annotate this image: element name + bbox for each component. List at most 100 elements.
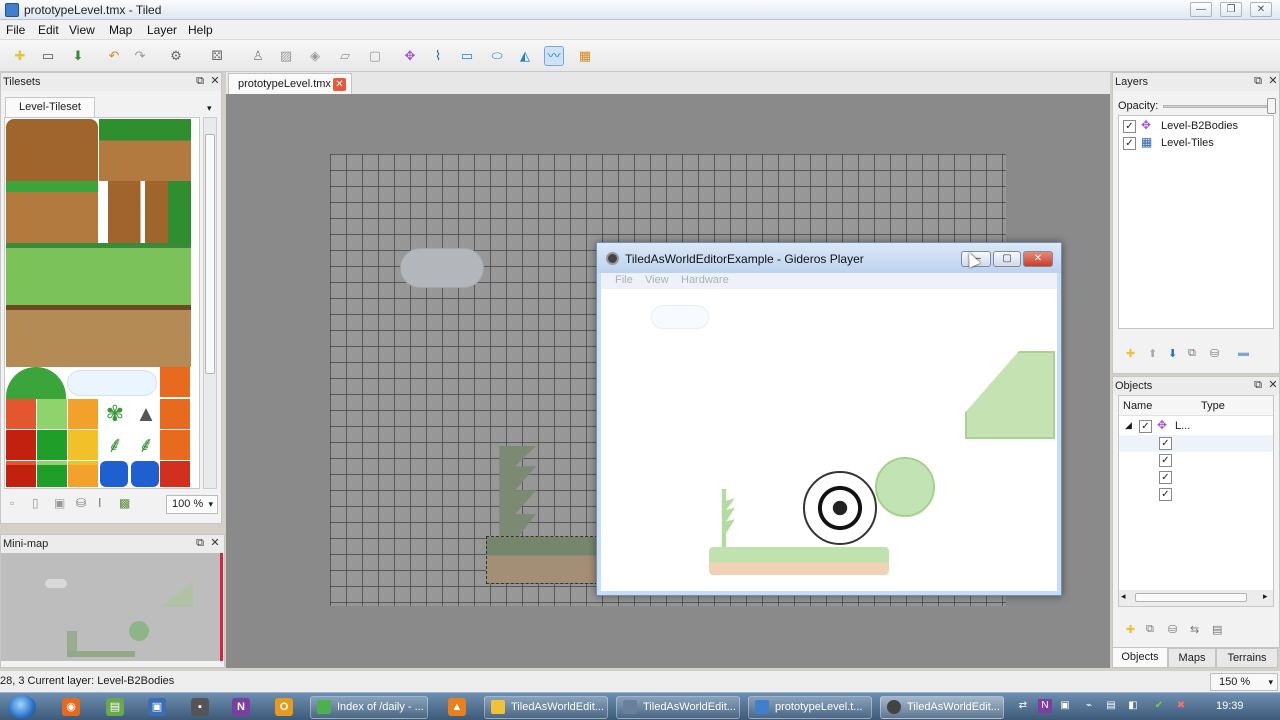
float-panel-icon[interactable]: ⧉ xyxy=(1251,378,1265,392)
tile-orange-brick-2[interactable] xyxy=(160,399,190,429)
object-row[interactable]: ✓ xyxy=(1119,452,1273,469)
raise-layer-icon[interactable]: ⬆ xyxy=(1148,347,1157,360)
minimize-button[interactable]: — xyxy=(1190,2,1212,17)
tray-no-sound-icon[interactable]: ✖ xyxy=(1174,699,1188,713)
rectangle-select-icon[interactable]: ▢ xyxy=(365,46,385,66)
collapse-arrow-icon[interactable]: ◢ xyxy=(1125,420,1132,431)
tile-cactus[interactable]: ⸙ xyxy=(100,430,130,460)
tab-maps[interactable]: Maps xyxy=(1168,648,1216,668)
tab-objects[interactable]: Objects xyxy=(1112,648,1168,668)
select-objects-icon[interactable]: ✥ xyxy=(400,46,420,66)
terrain-brush-icon[interactable]: ▨ xyxy=(276,46,296,66)
zoom-combo[interactable]: 150 % ▾ xyxy=(1210,673,1278,691)
random-mode-icon[interactable]: ⚄ xyxy=(207,46,227,66)
layer-visibility-checkbox[interactable]: ✓ xyxy=(1123,120,1136,133)
new-file-icon[interactable]: ✚ xyxy=(10,46,30,66)
tray-network-icon[interactable]: ◧ xyxy=(1126,699,1140,713)
menu-layer[interactable]: Layer xyxy=(147,23,177,37)
tile-red-bricks[interactable] xyxy=(6,461,36,487)
object-row[interactable]: ✓ xyxy=(1119,469,1273,486)
tile-bush[interactable] xyxy=(6,367,66,399)
insert-rectangle-icon[interactable]: ▭ xyxy=(457,46,477,66)
program-icon[interactable]: ▣ xyxy=(148,698,166,716)
group-visibility-checkbox[interactable]: ✓ xyxy=(1139,420,1152,433)
tile-dark-green-block[interactable] xyxy=(37,430,67,460)
player-maximize-button[interactable]: ▢ xyxy=(993,251,1021,267)
map-cloud-object[interactable] xyxy=(400,248,484,288)
eraser-icon[interactable]: ▱ xyxy=(335,46,355,66)
tray-check-icon[interactable]: ✔ xyxy=(1152,699,1166,713)
terminal-icon[interactable]: ▪ xyxy=(191,698,209,716)
tile-plant[interactable]: ✾ xyxy=(100,399,130,429)
layer-row-tiles[interactable]: ✓ ▦ Level-Tiles xyxy=(1119,135,1273,152)
import-tileset-icon[interactable]: ▯ xyxy=(32,496,39,510)
tray-app-icon[interactable]: ▣ xyxy=(1058,699,1072,713)
tile-yellow-block[interactable] xyxy=(68,430,98,460)
close-panel-icon[interactable]: ✕ xyxy=(1266,74,1280,88)
tile-dark-red-block[interactable] xyxy=(6,430,36,460)
object-visibility-checkbox[interactable]: ✓ xyxy=(1159,437,1172,450)
tile-green-block[interactable] xyxy=(37,399,67,429)
add-layer-icon[interactable]: ✚ xyxy=(1126,347,1135,360)
map-spike-plant[interactable] xyxy=(499,446,536,538)
tile-dirt-hill[interactable] xyxy=(6,305,191,367)
export-tileset-icon[interactable]: ▣ xyxy=(54,496,65,510)
float-panel-icon[interactable]: ⧉ xyxy=(1251,74,1265,88)
insert-ellipse-icon[interactable]: ⬭ xyxy=(487,46,507,66)
insert-polygon-icon[interactable]: ◭ xyxy=(515,46,535,66)
object-visibility-checkbox[interactable]: ✓ xyxy=(1159,471,1172,484)
scroll-right-icon[interactable]: ▸ xyxy=(1263,591,1268,602)
task-folder[interactable]: TiledAsWorldEdit... xyxy=(484,696,608,719)
bucket-fill-icon[interactable]: ◈ xyxy=(305,46,325,66)
minimap-view[interactable] xyxy=(1,553,223,661)
tile-red-block[interactable] xyxy=(6,399,36,429)
start-button[interactable] xyxy=(8,695,36,719)
delete-tileset-icon[interactable]: ⛁ xyxy=(76,496,86,510)
column-name[interactable]: Name xyxy=(1123,400,1152,412)
tileset-tab[interactable]: Level-Tileset xyxy=(5,97,95,117)
task-editor[interactable]: TiledAsWorldEdit... xyxy=(616,696,740,719)
object-properties-icon[interactable]: ▤ xyxy=(1212,623,1222,636)
tile-grass-column[interactable] xyxy=(6,181,98,243)
objects-scroll-thumb[interactable] xyxy=(1135,593,1247,602)
explorer-icon[interactable]: ▤ xyxy=(106,698,124,716)
duplicate-object-icon[interactable]: ⧉ xyxy=(1146,623,1154,636)
close-tab-icon[interactable]: ✕ xyxy=(333,78,346,91)
tray-arrows-icon[interactable]: ⇄ xyxy=(1016,699,1030,713)
tile-red-wall[interactable] xyxy=(160,461,190,487)
tile-green-hill[interactable] xyxy=(6,243,191,305)
tileset-zoom-combo[interactable]: 100 % ▾ xyxy=(166,495,218,514)
task-tiled[interactable]: prototypeLevel.t... xyxy=(748,696,872,719)
close-panel-icon[interactable]: ✕ xyxy=(1266,378,1280,392)
onenote-icon[interactable]: N xyxy=(232,698,250,716)
tile-green-bricks[interactable] xyxy=(37,461,67,487)
menu-view[interactable]: View xyxy=(69,23,95,37)
object-visibility-checkbox[interactable]: ✓ xyxy=(1159,488,1172,501)
outlook-icon[interactable]: O xyxy=(275,698,293,716)
save-icon[interactable]: ⬇ xyxy=(68,46,88,66)
tile-dirt-block[interactable] xyxy=(6,119,98,181)
menu-map[interactable]: Map xyxy=(109,23,132,37)
menu-file[interactable]: File xyxy=(6,23,25,37)
object-row[interactable]: ✓ xyxy=(1119,435,1273,452)
close-window-button[interactable]: ✕ xyxy=(1250,2,1272,17)
tile-blue-gem[interactable] xyxy=(100,461,128,487)
tray-clipboard-icon[interactable]: ▤ xyxy=(1104,699,1118,713)
insert-polyline-icon[interactable]: 〰 xyxy=(544,46,564,66)
add-object-layer-icon[interactable]: ✚ xyxy=(1126,623,1135,636)
layer-visibility-checkbox[interactable]: ✓ xyxy=(1123,137,1136,150)
undo-icon[interactable]: ↶ xyxy=(104,46,124,66)
tileset-scroll-thumb[interactable] xyxy=(205,134,215,374)
open-file-icon[interactable]: ▭ xyxy=(38,46,58,66)
vlc-icon[interactable]: ▲ xyxy=(448,698,466,716)
edit-polygons-icon[interactable]: ⌇ xyxy=(428,46,448,66)
task-player[interactable]: TiledAsWorldEdit... xyxy=(880,696,1004,719)
tray-usb-icon[interactable]: ⌁ xyxy=(1082,699,1096,713)
lower-layer-icon[interactable]: ⬇ xyxy=(1168,347,1177,360)
maximize-button[interactable]: ❐ xyxy=(1220,2,1242,17)
firefox-icon[interactable]: ◉ xyxy=(62,698,80,716)
float-panel-icon[interactable]: ⧉ xyxy=(193,536,207,550)
tile-orange-block[interactable] xyxy=(68,399,98,429)
tileset-scrollbar[interactable] xyxy=(203,117,217,489)
tile-cloud[interactable] xyxy=(67,370,157,396)
